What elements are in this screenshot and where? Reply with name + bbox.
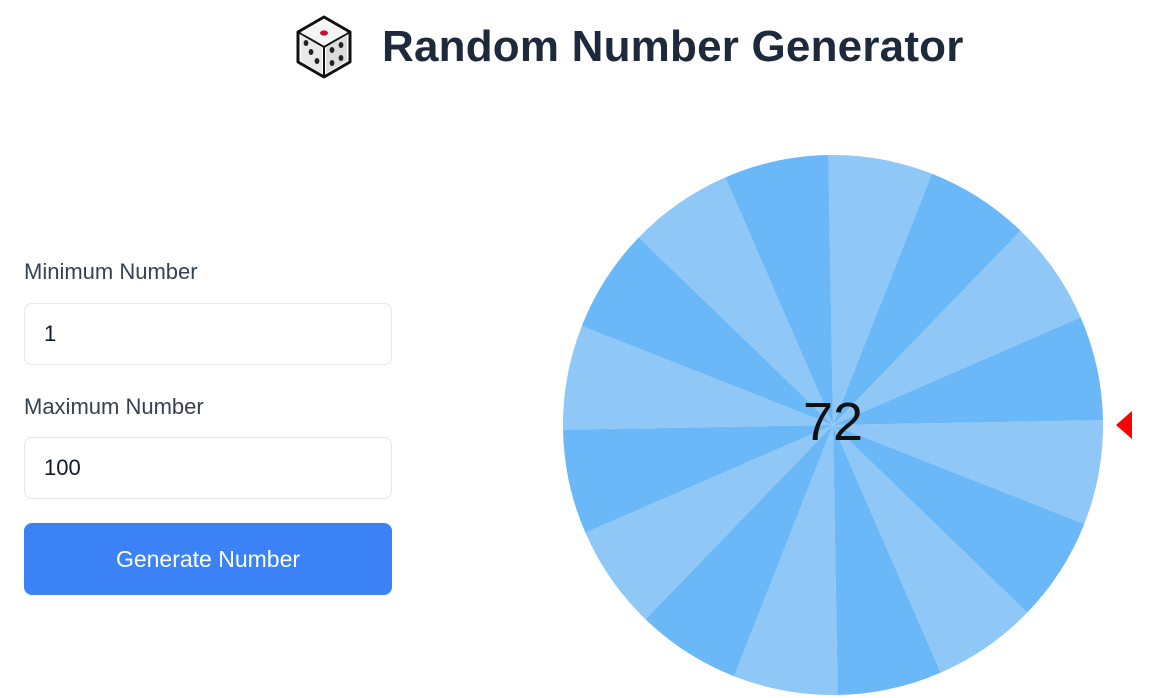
page-title: Random Number Generator [382,22,964,71]
result-number: 72 [802,392,864,452]
min-number-input[interactable] [24,303,392,365]
generate-number-button[interactable]: Generate Number [24,523,392,595]
max-number-input[interactable] [24,437,392,499]
min-number-label: Minimum Number [24,259,198,284]
spin-wheel[interactable]: 72 [560,152,1106,698]
pointer-arrow-icon [1116,411,1132,439]
max-number-label: Maximum Number [24,394,204,419]
header: Random Number Generator [0,0,1176,96]
dice-icon [296,15,352,79]
